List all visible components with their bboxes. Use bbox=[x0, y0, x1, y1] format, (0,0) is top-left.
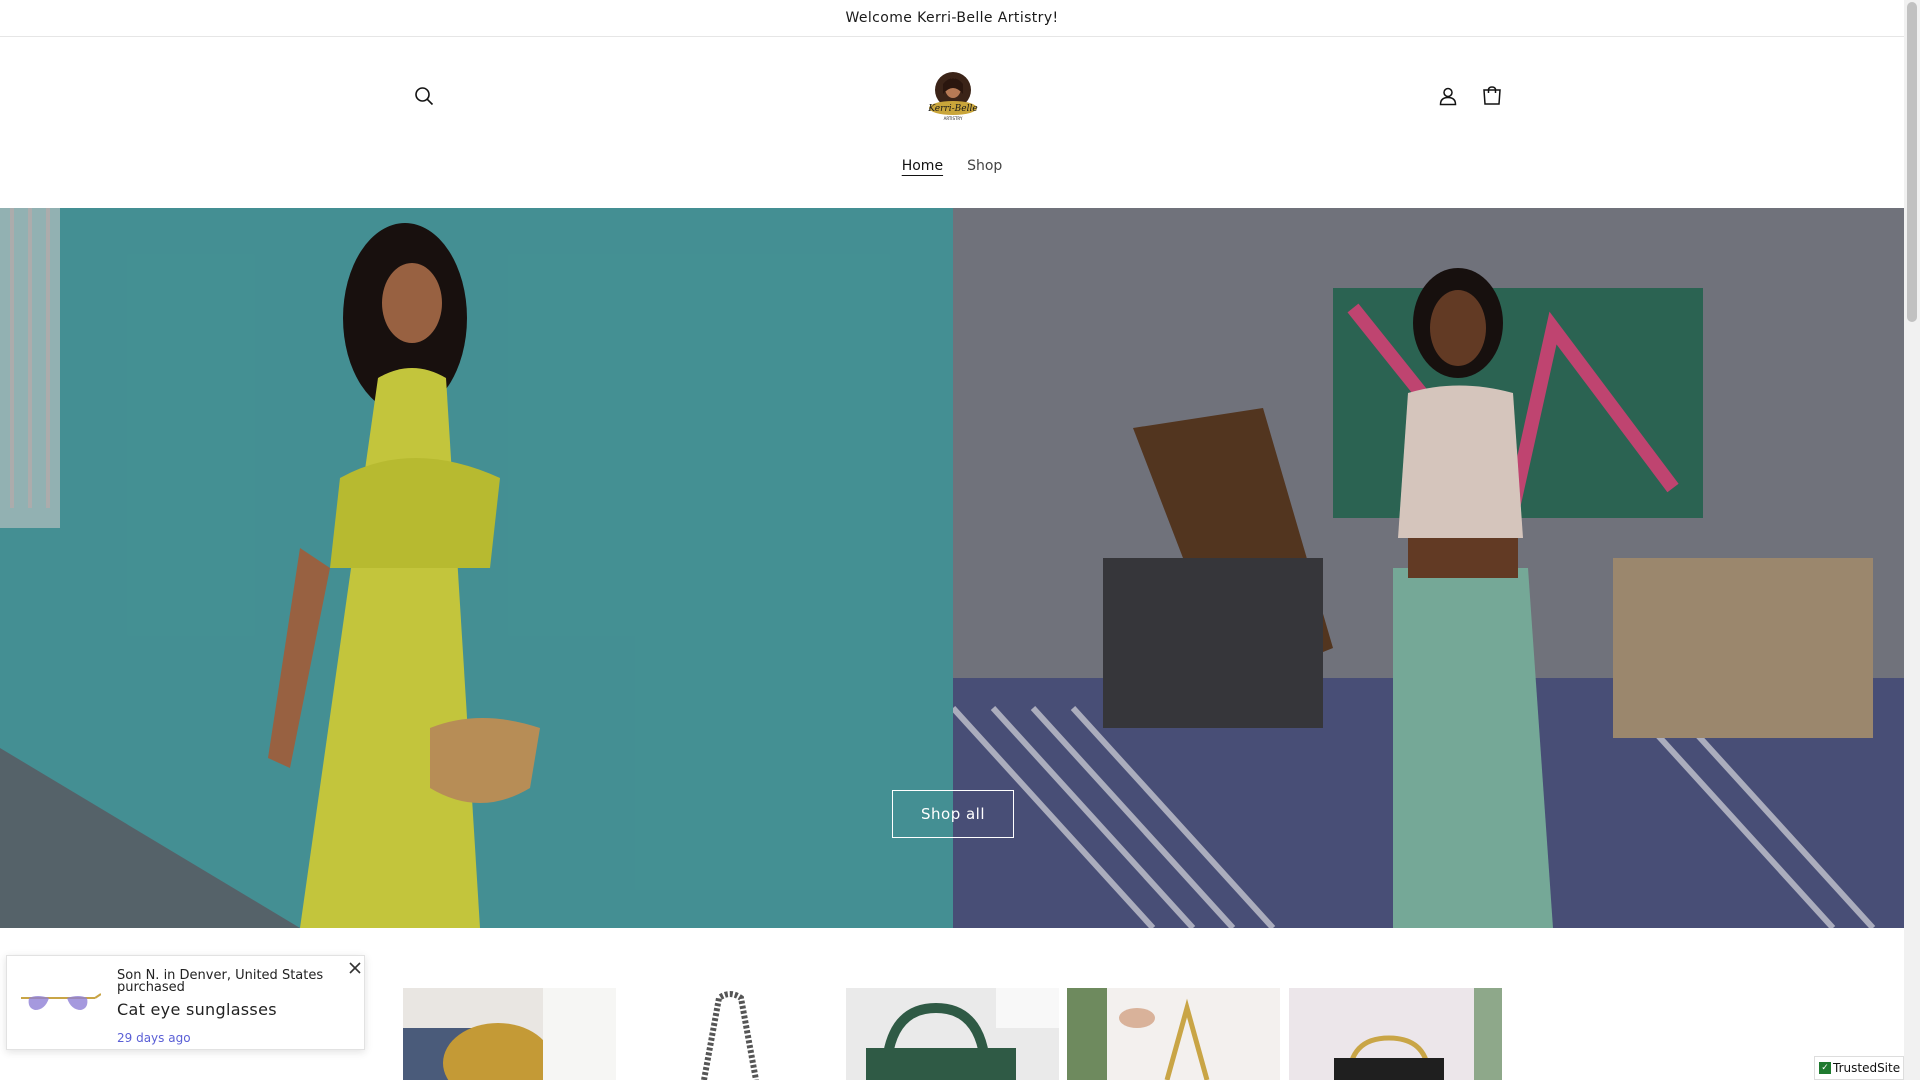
product-card-2[interactable] bbox=[624, 988, 837, 1080]
sunglasses-image bbox=[21, 993, 101, 1010]
product-card-4[interactable] bbox=[1067, 988, 1280, 1080]
close-icon[interactable] bbox=[347, 960, 363, 976]
svg-text:ARTISTRY: ARTISTRY bbox=[944, 116, 963, 121]
product-card-1[interactable] bbox=[403, 988, 616, 1080]
nav-item-shop[interactable]: Shop bbox=[967, 154, 1002, 178]
hero-banner: Shop all bbox=[0, 208, 1904, 928]
account-button[interactable] bbox=[1428, 76, 1468, 116]
trustedsite-badge[interactable]: ✓ TrustedSite bbox=[1814, 1056, 1904, 1080]
cart-button[interactable] bbox=[1472, 76, 1512, 116]
shop-all-button[interactable]: Shop all bbox=[892, 790, 1014, 838]
announcement-text: Welcome Kerri-Belle Artistry! bbox=[845, 10, 1059, 26]
trustedsite-label: TrustedSite bbox=[1833, 1061, 1901, 1075]
account-icon bbox=[1439, 87, 1457, 106]
search-button[interactable] bbox=[404, 76, 444, 116]
site-header: Kerri-Belle ARTISTRY Home Shop bbox=[0, 38, 1904, 208]
site-logo[interactable]: Kerri-Belle ARTISTRY bbox=[922, 70, 984, 122]
recent-purchase-popup: Son N. in Denver, United States purchase… bbox=[6, 955, 365, 1050]
popup-customer-text: Son N. in Denver, United States purchase… bbox=[117, 968, 324, 995]
cart-icon bbox=[1483, 86, 1501, 105]
popup-time: 29 days ago bbox=[117, 1031, 191, 1045]
product-card-3[interactable] bbox=[846, 988, 1059, 1080]
check-icon: ✓ bbox=[1819, 1062, 1831, 1074]
product-card-5[interactable] bbox=[1289, 988, 1502, 1080]
main-nav: Home Shop bbox=[0, 154, 1904, 178]
nav-item-home[interactable]: Home bbox=[902, 154, 943, 178]
page-scrollbar[interactable] bbox=[1904, 0, 1920, 1080]
search-icon bbox=[415, 87, 434, 106]
announcement-bar: Welcome Kerri-Belle Artistry! bbox=[0, 0, 1904, 37]
popup-product-name[interactable]: Cat eye sunglasses bbox=[117, 1000, 277, 1019]
svg-text:Kerri-Belle: Kerri-Belle bbox=[927, 104, 977, 114]
scroll-thumb[interactable] bbox=[1907, 2, 1917, 322]
